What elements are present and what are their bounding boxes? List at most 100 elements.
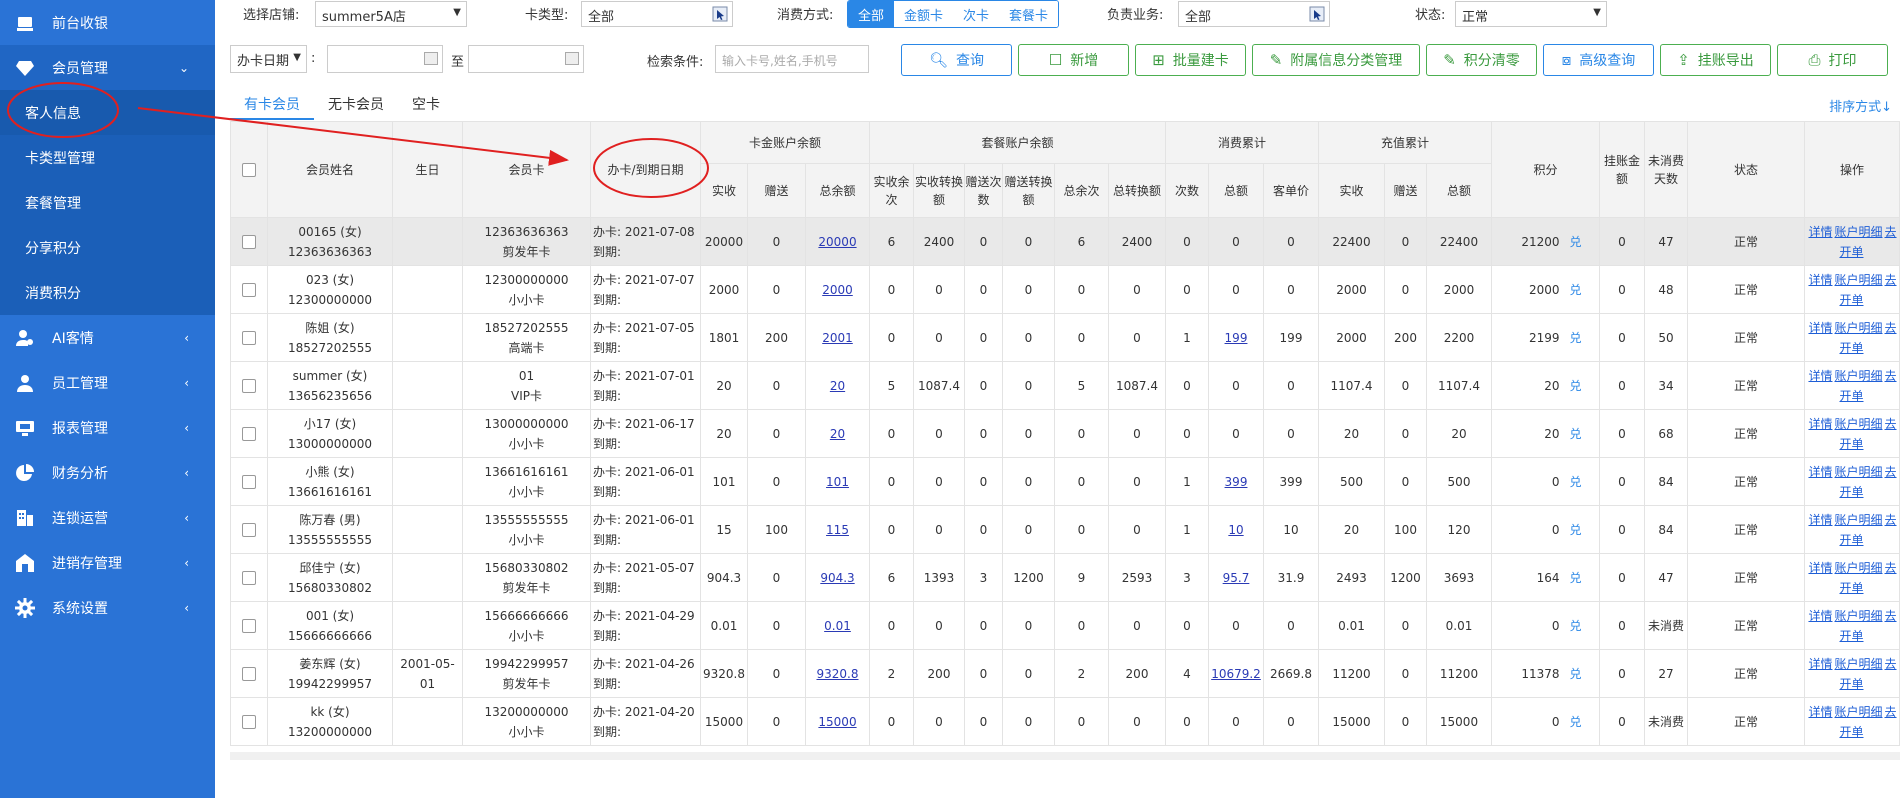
sidebar-item-5[interactable]: 报表管理 ‹: [0, 405, 215, 450]
batch-create-card-button[interactable]: ⊞ 批量建卡: [1135, 44, 1246, 76]
points-exchange-link[interactable]: 兑: [1570, 715, 1582, 729]
value-link[interactable]: 10: [1228, 523, 1243, 537]
submenu-item-3[interactable]: 套餐管理: [0, 180, 215, 225]
value-link[interactable]: 2000: [822, 283, 853, 297]
tab-no-card-members[interactable]: 无卡会员: [314, 90, 398, 120]
value-link[interactable]: 9320.8: [817, 667, 859, 681]
account-detail-link[interactable]: 账户明细: [1834, 225, 1882, 239]
value-link[interactable]: 15000: [818, 715, 856, 729]
table-row[interactable]: 姜东辉 (女) 19942299957 2001-05-01 19942299957 剪…: [230, 649, 1900, 698]
card-type-select[interactable]: 全部: [581, 1, 733, 27]
submenu-item-2[interactable]: 卡类型管理: [0, 135, 215, 180]
sidebar-item-7[interactable]: 连锁运营 ‹: [0, 495, 215, 540]
store-select[interactable]: summer5A店 ▼: [315, 1, 467, 27]
value-link[interactable]: 20000: [818, 235, 856, 249]
value-link[interactable]: 115: [826, 523, 849, 537]
detail-link[interactable]: 详情: [1808, 705, 1832, 719]
points-exchange-link[interactable]: 兑: [1570, 379, 1582, 393]
status-select[interactable]: 正常 ▼: [1455, 1, 1607, 27]
points-exchange-link[interactable]: 兑: [1570, 475, 1582, 489]
points-exchange-link[interactable]: 兑: [1570, 667, 1582, 681]
points-exchange-link[interactable]: 兑: [1570, 619, 1582, 633]
row-checkbox[interactable]: [242, 379, 256, 393]
paymode-all[interactable]: 全部: [848, 1, 895, 27]
points-exchange-link[interactable]: 兑: [1570, 283, 1582, 297]
print-button[interactable]: ⎙ 打印: [1777, 44, 1888, 76]
value-link[interactable]: 20: [830, 427, 845, 441]
sidebar-item-1[interactable]: 前台收银: [0, 0, 215, 45]
row-checkbox[interactable]: [242, 523, 256, 537]
account-detail-link[interactable]: 账户明细: [1834, 513, 1882, 527]
row-checkbox[interactable]: [242, 715, 256, 729]
date-end-input[interactable]: [468, 45, 584, 73]
account-detail-link[interactable]: 账户明细: [1834, 657, 1882, 671]
value-link[interactable]: 10679.2: [1211, 667, 1261, 681]
table-row[interactable]: 邱佳宁 (女) 15680330802 15680330802 剪发年卡 办卡: 202…: [230, 553, 1900, 602]
detail-link[interactable]: 详情: [1808, 465, 1832, 479]
cursor-picker-icon[interactable]: [1309, 6, 1325, 22]
submenu-item-1[interactable]: 客人信息: [0, 90, 215, 135]
calendar-icon[interactable]: [565, 52, 579, 65]
paymode-count-card[interactable]: 次卡: [953, 1, 1000, 27]
value-link[interactable]: 95.7: [1223, 571, 1250, 585]
credit-export-button[interactable]: ⇪ 挂账导出: [1660, 44, 1771, 76]
detail-link[interactable]: 详情: [1808, 273, 1832, 287]
value-link[interactable]: 2001: [822, 331, 853, 345]
sidebar-item-4[interactable]: 员工管理 ‹: [0, 360, 215, 405]
account-detail-link[interactable]: 账户明细: [1834, 609, 1882, 623]
value-link[interactable]: 399: [1225, 475, 1248, 489]
account-detail-link[interactable]: 账户明细: [1834, 705, 1882, 719]
account-detail-link[interactable]: 账户明细: [1834, 369, 1882, 383]
detail-link[interactable]: 详情: [1808, 657, 1832, 671]
calendar-icon[interactable]: [424, 52, 438, 65]
search-input[interactable]: 输入卡号,姓名,手机号: [715, 45, 869, 73]
row-checkbox[interactable]: [242, 235, 256, 249]
sidebar-item-3[interactable]: AI客情 ‹: [0, 315, 215, 360]
value-link[interactable]: 199: [1225, 331, 1248, 345]
row-checkbox[interactable]: [242, 331, 256, 345]
sidebar-item-8[interactable]: 进销存管理 ‹: [0, 540, 215, 585]
submenu-item-5[interactable]: 消费积分: [0, 270, 215, 315]
points-exchange-link[interactable]: 兑: [1570, 427, 1582, 441]
value-link[interactable]: 101: [826, 475, 849, 489]
query-button[interactable]: 🔍︎ 查询: [901, 44, 1012, 76]
detail-link[interactable]: 详情: [1808, 369, 1832, 383]
cursor-picker-icon[interactable]: [712, 6, 728, 22]
points-exchange-link[interactable]: 兑: [1570, 523, 1582, 537]
advanced-query-button[interactable]: ⧇ 高级查询: [1543, 44, 1654, 76]
attachment-category-button[interactable]: ✎ 附属信息分类管理: [1252, 44, 1420, 76]
date-start-input[interactable]: [327, 45, 443, 73]
row-checkbox[interactable]: [242, 475, 256, 489]
horizontal-scrollbar[interactable]: [230, 752, 1900, 760]
points-exchange-link[interactable]: 兑: [1570, 571, 1582, 585]
detail-link[interactable]: 详情: [1808, 417, 1832, 431]
select-all-checkbox[interactable]: [242, 163, 256, 177]
account-detail-link[interactable]: 账户明细: [1834, 465, 1882, 479]
account-detail-link[interactable]: 账户明细: [1834, 273, 1882, 287]
tab-empty-cards[interactable]: 空卡: [398, 90, 454, 120]
paymode-amount-card[interactable]: 金额卡: [894, 1, 954, 27]
submenu-item-4[interactable]: 分享积分: [0, 225, 215, 270]
points-exchange-link[interactable]: 兑: [1570, 235, 1582, 249]
value-link[interactable]: 904.3: [820, 571, 854, 585]
tab-card-members[interactable]: 有卡会员: [230, 90, 314, 120]
value-link[interactable]: 0.01: [824, 619, 851, 633]
add-button[interactable]: ☐ 新增: [1018, 44, 1129, 76]
table-row[interactable]: summer (女) 13656235656 01 VIP卡 办卡: 2021-07-0…: [230, 361, 1900, 410]
detail-link[interactable]: 详情: [1808, 561, 1832, 575]
detail-link[interactable]: 详情: [1808, 225, 1832, 239]
account-detail-link[interactable]: 账户明细: [1834, 417, 1882, 431]
row-checkbox[interactable]: [242, 283, 256, 297]
detail-link[interactable]: 详情: [1808, 321, 1832, 335]
staff-select[interactable]: 全部: [1178, 1, 1330, 27]
table-row[interactable]: 陈姐 (女) 18527202555 18527202555 高端卡 办卡: 2021-…: [230, 313, 1900, 362]
points-reset-button[interactable]: ✎ 积分清零: [1426, 44, 1537, 76]
account-detail-link[interactable]: 账户明细: [1834, 561, 1882, 575]
table-row[interactable]: 023 (女) 12300000000 12300000000 小小卡 办卡: 2021…: [230, 265, 1900, 314]
table-row[interactable]: 陈万春 (男) 13555555555 13555555555 小小卡 办卡: 2021…: [230, 505, 1900, 554]
value-link[interactable]: 20: [830, 379, 845, 393]
account-detail-link[interactable]: 账户明细: [1834, 321, 1882, 335]
sidebar-item-2[interactable]: 会员管理 ⌄: [0, 45, 215, 90]
detail-link[interactable]: 详情: [1808, 513, 1832, 527]
table-row[interactable]: 小熊 (女) 13661616161 13661616161 小小卡 办卡: 2021-…: [230, 457, 1900, 506]
